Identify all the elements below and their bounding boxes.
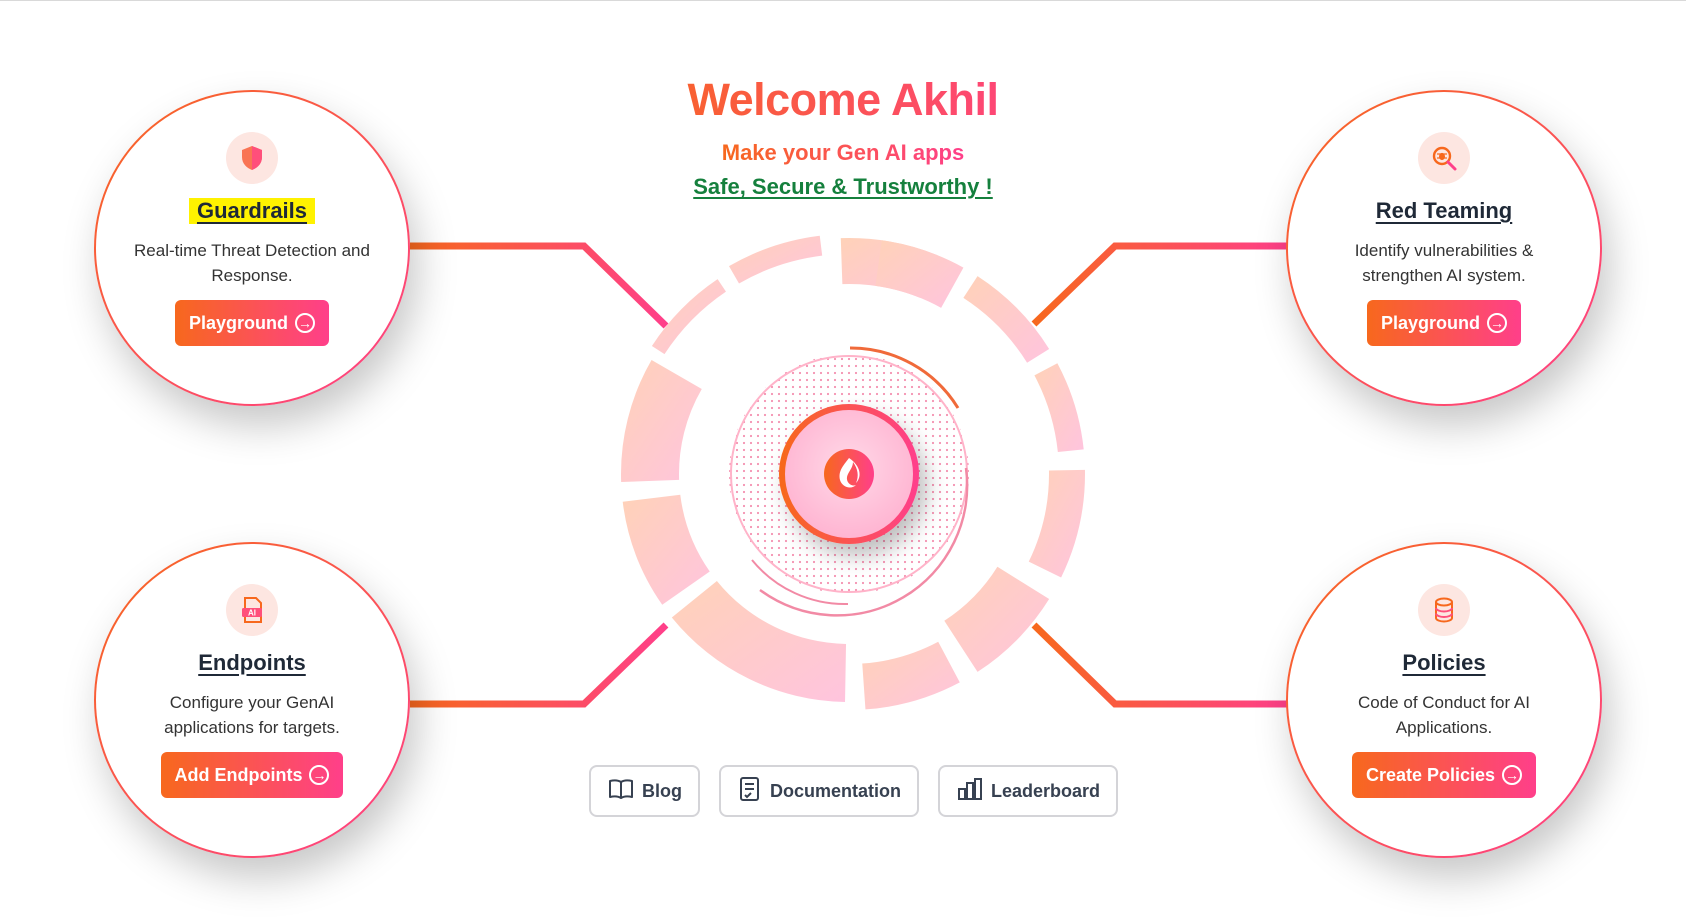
resource-links: Blog Documentation Leaderboard <box>589 765 1119 817</box>
bug-search-icon <box>1418 132 1470 184</box>
card-policies: Policies Code of Conduct for AI Applicat… <box>1286 542 1602 858</box>
ring-segment <box>621 360 702 482</box>
ring-segment <box>1034 363 1084 453</box>
database-icon <box>1418 584 1470 636</box>
book-icon <box>608 777 634 806</box>
bar-chart-icon <box>957 777 983 806</box>
blog-label: Blog <box>642 780 682 801</box>
button-label: Add Endpoints <box>174 764 303 785</box>
ring-segment <box>651 279 726 355</box>
connector-endpoints <box>410 622 669 708</box>
welcome-subtitle: Make your Gen AI apps <box>721 140 965 165</box>
card-endpoints: AI Endpoints Configure your GenAI applic… <box>94 542 410 858</box>
card-red-teaming: Red Teaming Identify vulnerabilities & s… <box>1286 90 1602 406</box>
card-desc-guardrails: Real-time Threat Detection and Response. <box>134 241 370 285</box>
card-desc-policies: Code of Conduct for AI Applications. <box>1358 693 1530 737</box>
arrow-right-circle-icon: → <box>295 313 315 333</box>
ring-segment <box>944 566 1050 672</box>
button-label: Playground <box>188 312 288 333</box>
connector-policies <box>1031 622 1288 708</box>
documentation-button[interactable]: Documentation <box>719 765 920 817</box>
document-icon <box>738 776 762 807</box>
card-title-guardrails[interactable]: Guardrails <box>188 198 316 224</box>
documentation-label: Documentation <box>770 780 902 801</box>
blog-button[interactable]: Blog <box>589 765 700 817</box>
ring-segment <box>862 641 960 710</box>
connector-red-teaming <box>1031 242 1288 327</box>
button-label: Create Policies <box>1365 764 1496 785</box>
add-endpoints-button[interactable]: Add Endpoints → <box>160 752 344 798</box>
ring-segment <box>671 580 847 702</box>
guardrails-playground-button[interactable]: Playground → <box>174 300 329 346</box>
center-logo-badge <box>824 449 874 499</box>
button-label: Playground <box>1380 312 1480 333</box>
card-title-policies[interactable]: Policies <box>1402 650 1485 676</box>
welcome-title: Welcome Akhil <box>593 74 1093 126</box>
arrow-right-circle-icon: → <box>309 765 330 785</box>
card-desc-red-teaming: Identify vulnerabilities & strengthen AI… <box>1354 241 1534 285</box>
welcome-tagline[interactable]: Safe, Secure & Trustworthy ! <box>593 174 1093 200</box>
card-guardrails: Guardrails Real-time Threat Detection an… <box>94 90 410 406</box>
arrow-right-circle-icon: → <box>1487 313 1507 333</box>
ring-segment <box>875 240 964 308</box>
card-title-red-teaming[interactable]: Red Teaming <box>1376 198 1513 224</box>
arrow-right-circle-icon: → <box>1502 765 1523 785</box>
ring-segment <box>622 494 710 605</box>
card-title-endpoints[interactable]: Endpoints <box>198 650 306 676</box>
create-policies-button[interactable]: Create Policies → <box>1351 752 1537 798</box>
red-teaming-playground-button[interactable]: Playground → <box>1366 300 1521 346</box>
ring-segment <box>1028 469 1086 578</box>
leaderboard-label: Leaderboard <box>991 780 1101 801</box>
leaderboard-button[interactable]: Leaderboard <box>938 765 1119 817</box>
ai-file-icon: AI <box>226 584 278 636</box>
shield-icon <box>226 132 278 184</box>
welcome-header: Welcome Akhil Make your Gen AI apps Safe… <box>593 74 1093 200</box>
ring-segment <box>729 235 823 284</box>
card-desc-endpoints: Configure your GenAI applications for ta… <box>164 693 340 737</box>
connector-guardrails <box>410 242 669 329</box>
svg-text:AI: AI <box>248 609 256 618</box>
